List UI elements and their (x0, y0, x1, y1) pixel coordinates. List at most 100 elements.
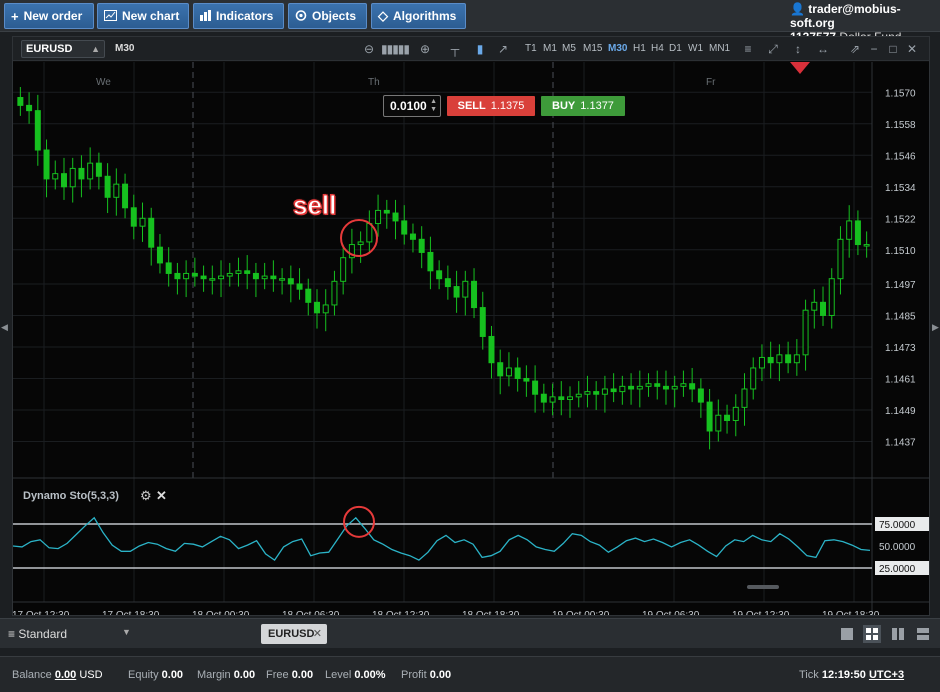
close-window-icon[interactable]: ✕ (904, 41, 920, 57)
indicators-button[interactable]: Indicators (193, 3, 284, 29)
timeframe-h4[interactable]: H4 (651, 43, 664, 54)
candle-body (601, 388, 608, 395)
timeframe-d1[interactable]: D1 (669, 43, 682, 54)
layout-horizontal-icon[interactable] (914, 625, 932, 643)
time-tick-label: 18 Oct 12:30 (372, 610, 430, 615)
candle-body (767, 356, 774, 364)
price-tick-label: 1.1449 (885, 406, 916, 417)
price-tick-label: 1.1473 (885, 343, 916, 354)
symbol-selector[interactable]: EURUSD ▲▼ (21, 40, 105, 70)
candle-body (532, 380, 539, 395)
layout-single-icon[interactable] (838, 625, 856, 643)
price-chart[interactable]: 1.1570 1.1558 1.1546 1.1534 1.1522 1.1510 1.14… (12, 62, 929, 621)
candle-body (183, 272, 190, 280)
vertical-scale-icon[interactable]: ↕ (790, 41, 806, 57)
timeframe-h1[interactable]: H1 (633, 43, 646, 54)
price-tick-label: 1.1546 (885, 151, 916, 162)
oscillator-level-label: 50.0000 (879, 542, 916, 553)
equity-label: Equity (128, 669, 159, 681)
timeframe-m5[interactable]: M5 (562, 43, 576, 54)
fit-chart-icon[interactable]: ⤢ (765, 41, 781, 57)
candle-body (322, 304, 329, 314)
left-collapse-arrow-icon[interactable]: ◀ (1, 322, 11, 333)
candle-body (375, 209, 382, 225)
layout-vertical-icon[interactable] (889, 625, 907, 643)
timeframe-mn1[interactable]: MN1 (709, 43, 730, 54)
candle-body (113, 183, 120, 198)
candle-body (130, 207, 137, 227)
candle-body (505, 367, 512, 377)
buy-button[interactable]: BUY 1.1377 (541, 96, 625, 116)
candle-body (436, 270, 443, 280)
timeframe-m1[interactable]: M1 (543, 43, 557, 54)
right-collapse-arrow-icon[interactable]: ▶ (932, 322, 940, 333)
timeframe-w1[interactable]: W1 (688, 43, 703, 54)
candle-body (488, 335, 495, 364)
lot-size-input[interactable]: 0.0100 ▲ ▼ (383, 95, 441, 117)
timezone-selector[interactable]: UTC+3 (869, 669, 904, 681)
sell-button[interactable]: SELL 1.1375 (447, 96, 535, 116)
candle-body (453, 286, 460, 298)
zoom-in-icon[interactable]: ⊕ (417, 41, 433, 57)
candle-body (156, 246, 163, 264)
timeframe-m30[interactable]: M30 (608, 43, 627, 54)
line-type-icon[interactable]: ↗ (495, 41, 511, 57)
candle-body (549, 396, 556, 403)
tab-label: EURUSD (268, 628, 315, 640)
candle-type-icon[interactable]: ▮ (472, 41, 488, 57)
algorithms-button[interactable]: ◇ Algorithms (371, 3, 466, 29)
candle-body (497, 362, 504, 377)
top-toolbar: + New order New chart Indicators Objects… (0, 0, 940, 44)
account-status-bar: Balance 0.00 USD Equity 0.00 Margin 0.00… (0, 656, 940, 692)
chart-plot-area[interactable]: 1.1570 1.1558 1.1546 1.1534 1.1522 1.1510 1.14… (12, 62, 929, 621)
layout-grid-icon[interactable] (863, 625, 881, 643)
candle-body (270, 275, 277, 280)
new-chart-button[interactable]: New chart (97, 3, 189, 29)
spinner-icon[interactable]: ▲ ▼ (430, 98, 437, 114)
time-tick-label: 18 Oct 18:30 (462, 610, 520, 615)
candle-body (305, 288, 312, 303)
candle-body (645, 383, 652, 387)
candle-body (60, 173, 67, 188)
user-icon: 👤 (790, 2, 805, 16)
candle-body (776, 354, 783, 364)
auto-scroll-icon[interactable]: ≡ (740, 41, 756, 57)
bar-type-icon[interactable]: ┬ (447, 41, 463, 57)
price-tick-label: 1.1485 (885, 311, 916, 322)
candle-body (244, 270, 251, 274)
zoom-out-icon[interactable]: ⊖ (361, 41, 377, 57)
candle-body (706, 401, 713, 432)
candle-body (654, 383, 661, 387)
detach-window-icon[interactable]: ⇗ (847, 41, 863, 57)
balance-currency: USD (79, 669, 103, 681)
minimize-icon[interactable]: − (866, 41, 882, 57)
new-order-button[interactable]: + New order (4, 3, 94, 29)
timeframe-m15[interactable]: M15 (583, 43, 602, 54)
equity-value: 0.00 (161, 669, 184, 681)
symbol-value: EURUSD (26, 43, 73, 55)
candle-body (619, 385, 626, 393)
price-tick-label: 1.1558 (885, 120, 916, 131)
candle-body (732, 406, 739, 421)
menu-icon: ≡ (8, 627, 16, 641)
candle-body (724, 414, 731, 421)
candle-body (540, 393, 547, 403)
gear-icon[interactable]: ⚙ (140, 488, 152, 504)
candle-body (514, 367, 521, 379)
objects-button[interactable]: Objects (288, 3, 367, 29)
layout-selector[interactable]: ≡ Standard ▼ (8, 627, 131, 641)
timeframe-t1[interactable]: T1 (525, 43, 537, 54)
maximize-icon[interactable]: □ (885, 41, 901, 57)
tick-time-value: 12:19:50 (821, 669, 866, 681)
close-icon[interactable]: ✕ (156, 488, 167, 504)
horizontal-scale-icon[interactable]: ↔ (815, 41, 831, 57)
tab-eurusd[interactable]: EURUSD ✕ (261, 624, 327, 644)
candle-body (846, 220, 853, 240)
candle-body (165, 262, 172, 274)
close-tab-icon[interactable]: ✕ (313, 624, 322, 644)
candle-body (139, 217, 146, 227)
oscillator-level-label: 25.0000 (879, 564, 916, 575)
zoom-slider[interactable]: ▮▮▮▮▮ (379, 41, 411, 57)
diamond-icon: ◇ (378, 8, 388, 23)
new-order-label: New order (23, 9, 83, 23)
